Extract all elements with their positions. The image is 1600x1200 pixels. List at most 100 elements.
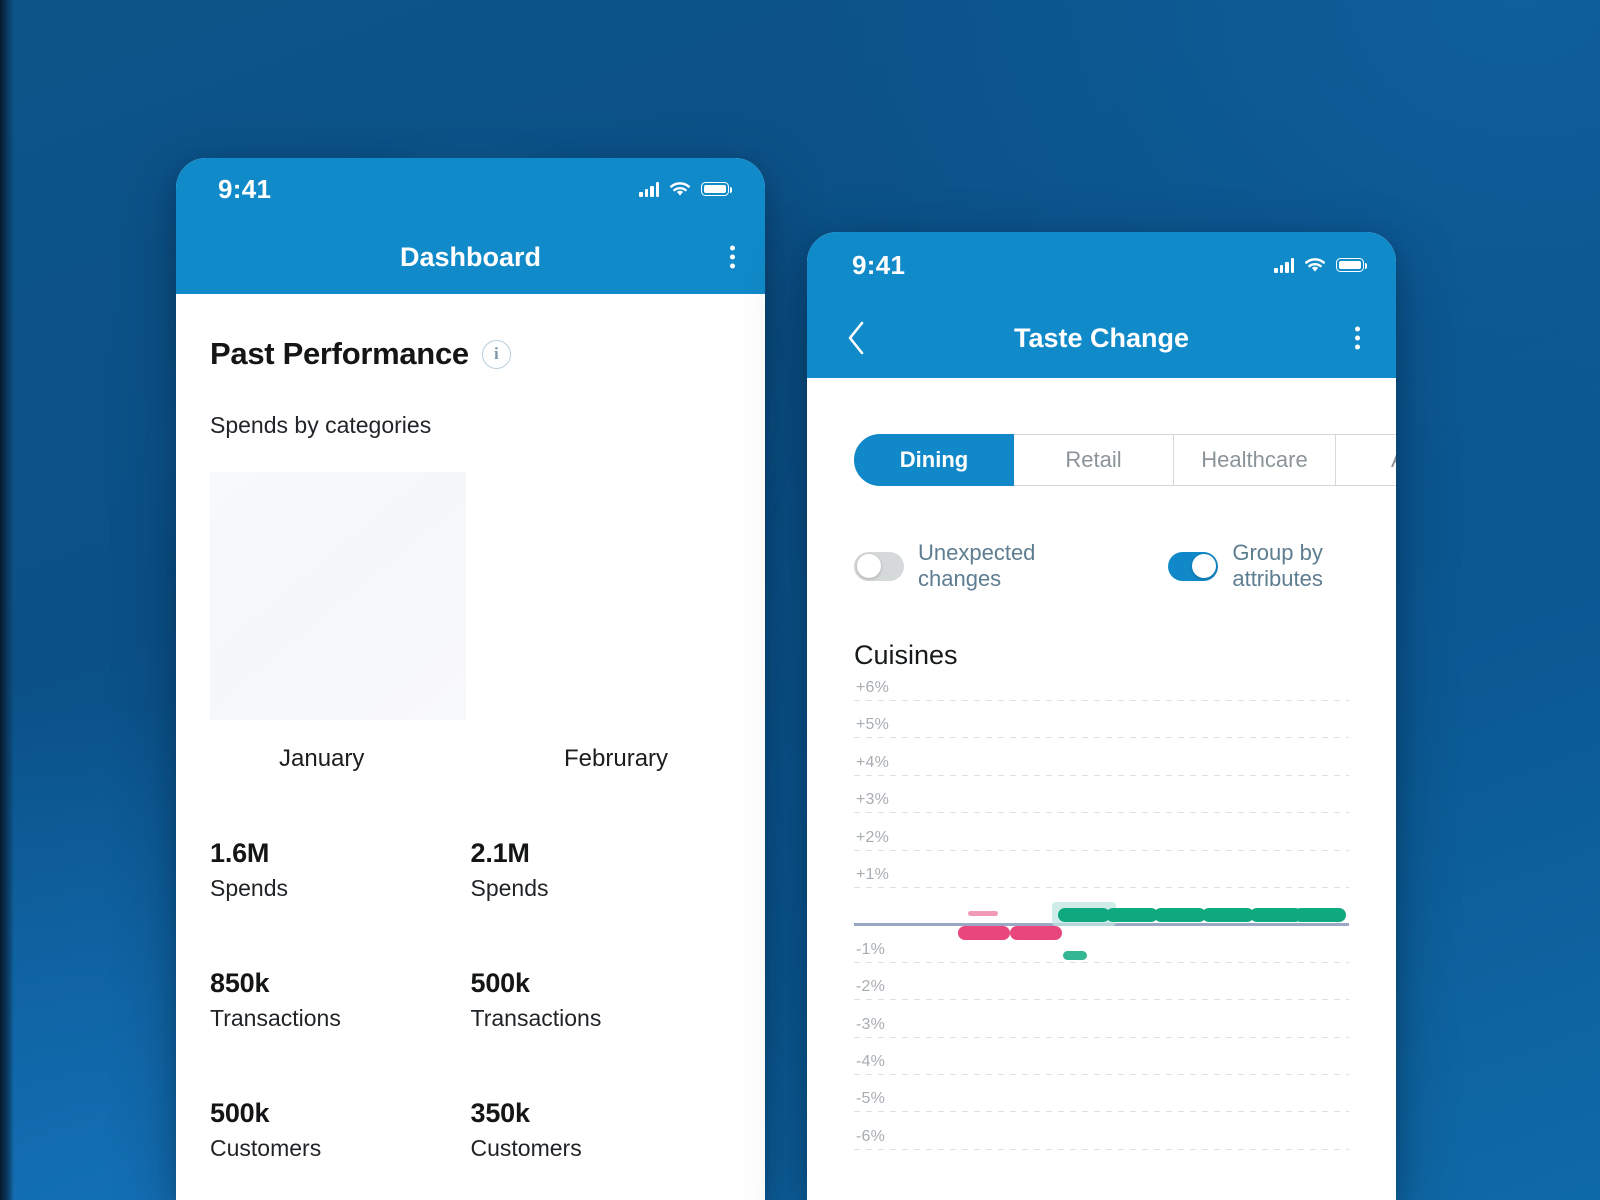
page-title: Dashboard <box>399 241 542 272</box>
wifi-icon <box>1305 258 1325 272</box>
stats-grid: 1.6M Spends 2.1M Spends 850k Transaction… <box>210 838 731 1162</box>
chart-bar[interactable] <box>1058 908 1110 923</box>
chart-bar[interactable] <box>1154 908 1206 923</box>
grid-line <box>854 961 1349 963</box>
cellular-signal-icon <box>1274 257 1294 273</box>
stat-value: 350k <box>470 1098 530 1128</box>
month-labels-row: January Februrary <box>210 745 731 773</box>
stat-label: Customers <box>470 1135 582 1161</box>
dashboard-content: Past Performance i Spends by categories … <box>176 294 765 1162</box>
taste-change-phone: 9:41 Taste Change Dining Retail Healthca… <box>807 232 1396 1200</box>
stat-value: 1.6M <box>210 838 270 868</box>
y-axis-tick-label: +6% <box>856 679 890 696</box>
month-label-february: Februrary <box>564 745 669 772</box>
reference-mark <box>1063 951 1087 961</box>
stat-label: Transactions <box>210 1005 341 1031</box>
tab-healthcare[interactable]: Healthcare <box>1174 434 1336 486</box>
right-status-bar: 9:41 <box>807 232 1396 298</box>
status-time: 9:41 <box>852 249 906 280</box>
toggle-knob <box>1191 554 1216 578</box>
toggle-switch-off[interactable] <box>854 551 904 581</box>
reference-mark <box>968 910 998 916</box>
y-axis-tick-label: +1% <box>856 866 890 883</box>
stat-value: 500k <box>470 968 530 998</box>
toggle-switch-on[interactable] <box>1168 551 1219 581</box>
filter-toggles-row: Unexpected changes Group by attributes <box>854 540 1396 592</box>
category-tab-bar: Dining Retail Healthcare Ap <box>854 434 1396 486</box>
dashboard-phone: 9:41 Dashboard Past Performance i Spends… <box>176 158 765 1200</box>
stat-value: 2.1M <box>470 838 530 868</box>
grid-line <box>854 737 1349 739</box>
stat-label: Transactions <box>470 1005 602 1031</box>
stats-row-spends: 1.6M Spends 2.1M Spends <box>210 838 731 902</box>
cellular-signal-icon <box>639 181 659 197</box>
section-header: Past Performance i <box>210 336 731 372</box>
y-axis-tick-label: +2% <box>856 828 890 846</box>
grid-line <box>854 887 1349 888</box>
cuisines-chart: +6% +5% +4% +3% +2% +1% -1% -2% -3% -4% -5% -6% <box>854 679 1349 1200</box>
y-axis-tick-label: +5% <box>856 716 890 734</box>
stat-cell: 500k Transactions <box>471 968 732 1032</box>
stat-label: Spends <box>210 875 289 901</box>
spends-chart-placeholder <box>210 472 466 720</box>
grid-line <box>854 849 1349 851</box>
grid-line <box>854 1036 1349 1038</box>
stats-row-transactions: 850k Transactions 500k Transactions <box>210 968 731 1032</box>
grid-line <box>854 1074 1349 1075</box>
y-axis-tick-label: +4% <box>856 753 890 771</box>
grid-line <box>854 999 1349 1001</box>
grid-line <box>854 1148 1349 1150</box>
battery-full-icon <box>701 182 732 196</box>
y-axis-tick-label: +3% <box>856 791 890 809</box>
stat-cell: 850k Transactions <box>210 968 471 1032</box>
kebab-menu-icon[interactable] <box>1355 326 1360 350</box>
grid-line <box>854 774 1349 776</box>
stat-cell: 500k Customers <box>210 1098 471 1162</box>
grid-line <box>854 812 1349 814</box>
stat-label: Spends <box>470 875 549 901</box>
status-icons <box>639 180 732 198</box>
toggle-unexpected-changes[interactable]: Unexpected changes <box>854 540 1099 592</box>
y-axis-tick-label: -4% <box>856 1053 886 1070</box>
tab-retail[interactable]: Retail <box>1014 434 1174 486</box>
stat-cell: 1.6M Spends <box>210 838 471 902</box>
status-time: 9:41 <box>218 173 272 204</box>
left-status-bar: 9:41 <box>176 158 765 220</box>
stat-value: 500k <box>210 1098 270 1128</box>
chart-bar[interactable] <box>958 926 1010 941</box>
stats-row-customers: 500k Customers 350k Customers <box>210 1098 731 1162</box>
chart-bar[interactable] <box>1202 908 1254 923</box>
section-subtitle: Spends by categories <box>210 412 432 438</box>
background-left-edge <box>0 0 14 1200</box>
battery-full-icon <box>1336 258 1367 272</box>
y-axis-tick-label: -2% <box>856 978 886 996</box>
month-label-january: January <box>279 745 365 772</box>
y-axis-tick-label: -6% <box>856 1127 886 1145</box>
stat-value: 850k <box>210 968 270 998</box>
chart-bar[interactable] <box>1010 926 1062 941</box>
y-axis-tick-label: -3% <box>856 1015 886 1033</box>
chart-bar[interactable] <box>1294 908 1346 923</box>
grid-line <box>854 1111 1349 1113</box>
chart-title: Cuisines <box>854 640 958 670</box>
grid-line <box>854 700 1349 701</box>
wifi-icon <box>670 182 690 196</box>
tab-apparel[interactable]: Ap <box>1336 434 1396 486</box>
toggle-group-by-attributes[interactable]: Group by attributes <box>1168 540 1396 592</box>
status-icons <box>1274 256 1367 274</box>
y-axis-tick-label: -1% <box>856 940 886 958</box>
tab-dining[interactable]: Dining <box>854 434 1014 486</box>
chevron-left-icon[interactable] <box>839 318 873 358</box>
page-title: Taste Change <box>1013 322 1190 353</box>
left-nav-bar: Dashboard <box>176 220 765 294</box>
right-nav-bar: Taste Change <box>807 298 1396 378</box>
kebab-menu-icon[interactable] <box>730 245 735 269</box>
stat-label: Customers <box>210 1135 322 1161</box>
toggle-knob <box>856 554 881 578</box>
chart-bar[interactable] <box>1106 908 1158 923</box>
section-title: Past Performance <box>210 336 469 371</box>
stat-cell: 350k Customers <box>471 1098 732 1162</box>
toggle-label: Group by attributes <box>1232 540 1323 591</box>
toggle-label: Unexpected changes <box>918 540 1036 591</box>
info-icon[interactable]: i <box>481 339 511 369</box>
